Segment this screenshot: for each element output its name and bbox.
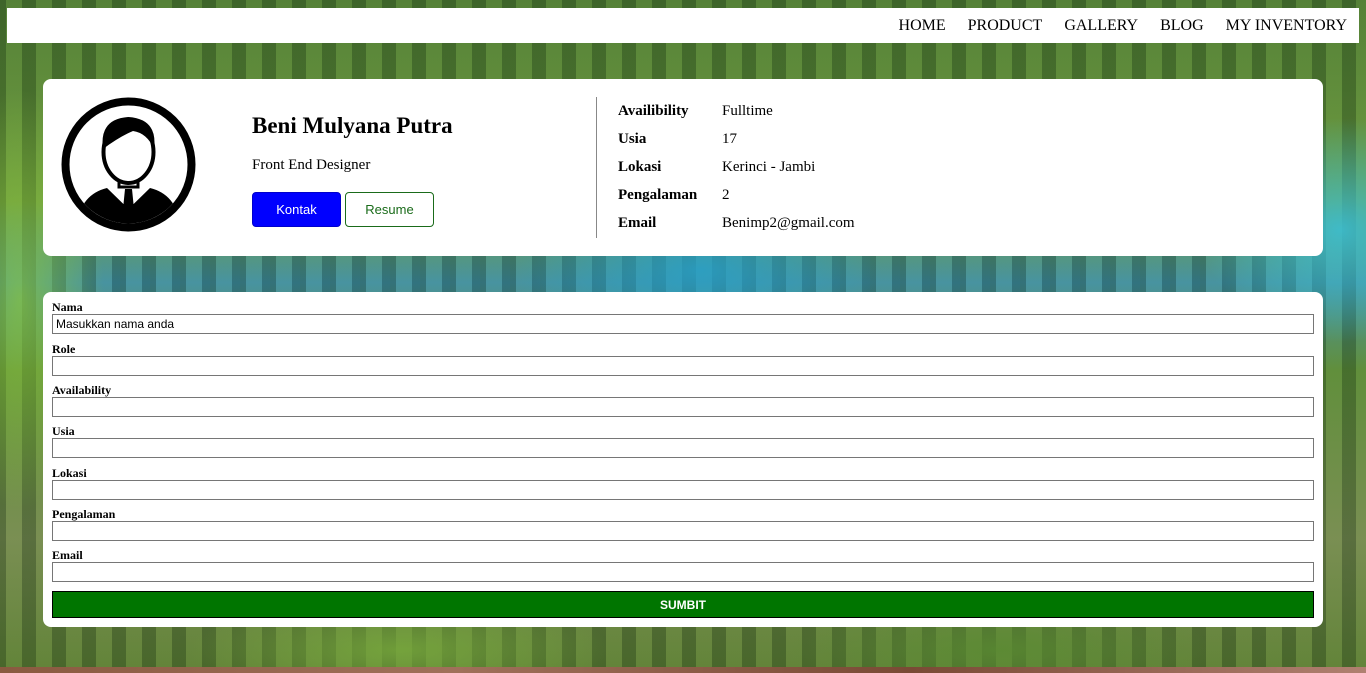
nav-my-inventory[interactable]: MY INVENTORY	[1226, 17, 1347, 35]
field-usia: Usia	[52, 424, 1314, 458]
usia-input[interactable]	[52, 438, 1314, 458]
profile-role: Front End Designer	[252, 157, 371, 173]
submit-button[interactable]: SUMBIT	[52, 591, 1314, 618]
nav-product[interactable]: PRODUCT	[968, 17, 1043, 35]
usia-label: Usia	[52, 424, 75, 438]
info-label: Availibility	[618, 102, 689, 119]
email-label: Email	[52, 548, 83, 562]
lokasi-input[interactable]	[52, 480, 1314, 500]
nav-blog[interactable]: BLOG	[1160, 17, 1204, 35]
nama-label: Nama	[52, 300, 83, 314]
resume-button[interactable]: Resume	[345, 192, 434, 227]
profile-name: Beni Mulyana Putra	[252, 113, 453, 138]
info-value: Kerinci - Jambi	[722, 158, 816, 175]
email-input[interactable]	[52, 562, 1314, 582]
profile-card: Beni Mulyana Putra Front End Designer Ko…	[43, 79, 1323, 256]
kontak-button[interactable]: Kontak	[252, 192, 341, 227]
nav-home[interactable]: HOME	[899, 17, 946, 35]
info-label: Pengalaman	[618, 186, 698, 203]
background-bottom-strip	[0, 667, 1366, 673]
info-value: 17	[722, 130, 737, 147]
info-row-lokasi: Lokasi Kerinci - Jambi	[618, 153, 855, 181]
info-value: Benimp2@gmail.com	[722, 214, 855, 231]
pengalaman-label: Pengalaman	[52, 507, 116, 521]
info-label: Usia	[618, 130, 647, 147]
field-role: Role	[52, 342, 1314, 376]
pengalaman-input[interactable]	[52, 521, 1314, 541]
info-value: Fulltime	[722, 102, 773, 119]
user-avatar-icon	[61, 97, 196, 232]
info-row-pengalaman: Pengalaman 2	[618, 181, 855, 209]
info-value: 2	[722, 186, 730, 203]
lokasi-label: Lokasi	[52, 466, 87, 480]
field-email: Email	[52, 548, 1314, 582]
info-row-availability: Availibility Fulltime	[618, 97, 855, 125]
info-row-email: Email Benimp2@gmail.com	[618, 209, 855, 237]
profile-form: Nama Role Availability Usia Lokasi Penga…	[43, 292, 1323, 627]
field-pengalaman: Pengalaman	[52, 507, 1314, 541]
top-navbar: HOME PRODUCT GALLERY BLOG MY INVENTORY	[7, 8, 1359, 43]
profile-info-table: Availibility Fulltime Usia 17 Lokasi Ker…	[618, 97, 855, 237]
field-lokasi: Lokasi	[52, 466, 1314, 500]
availability-input[interactable]	[52, 397, 1314, 417]
nama-input[interactable]	[52, 314, 1314, 334]
role-input[interactable]	[52, 356, 1314, 376]
availability-label: Availability	[52, 383, 112, 397]
info-label: Lokasi	[618, 158, 662, 175]
info-row-usia: Usia 17	[618, 125, 855, 153]
role-label: Role	[52, 342, 76, 356]
info-label: Email	[618, 214, 657, 231]
field-availability: Availability	[52, 383, 1314, 417]
nav-gallery[interactable]: GALLERY	[1064, 17, 1138, 35]
vertical-divider	[596, 97, 597, 238]
field-nama: Nama	[52, 300, 1314, 334]
